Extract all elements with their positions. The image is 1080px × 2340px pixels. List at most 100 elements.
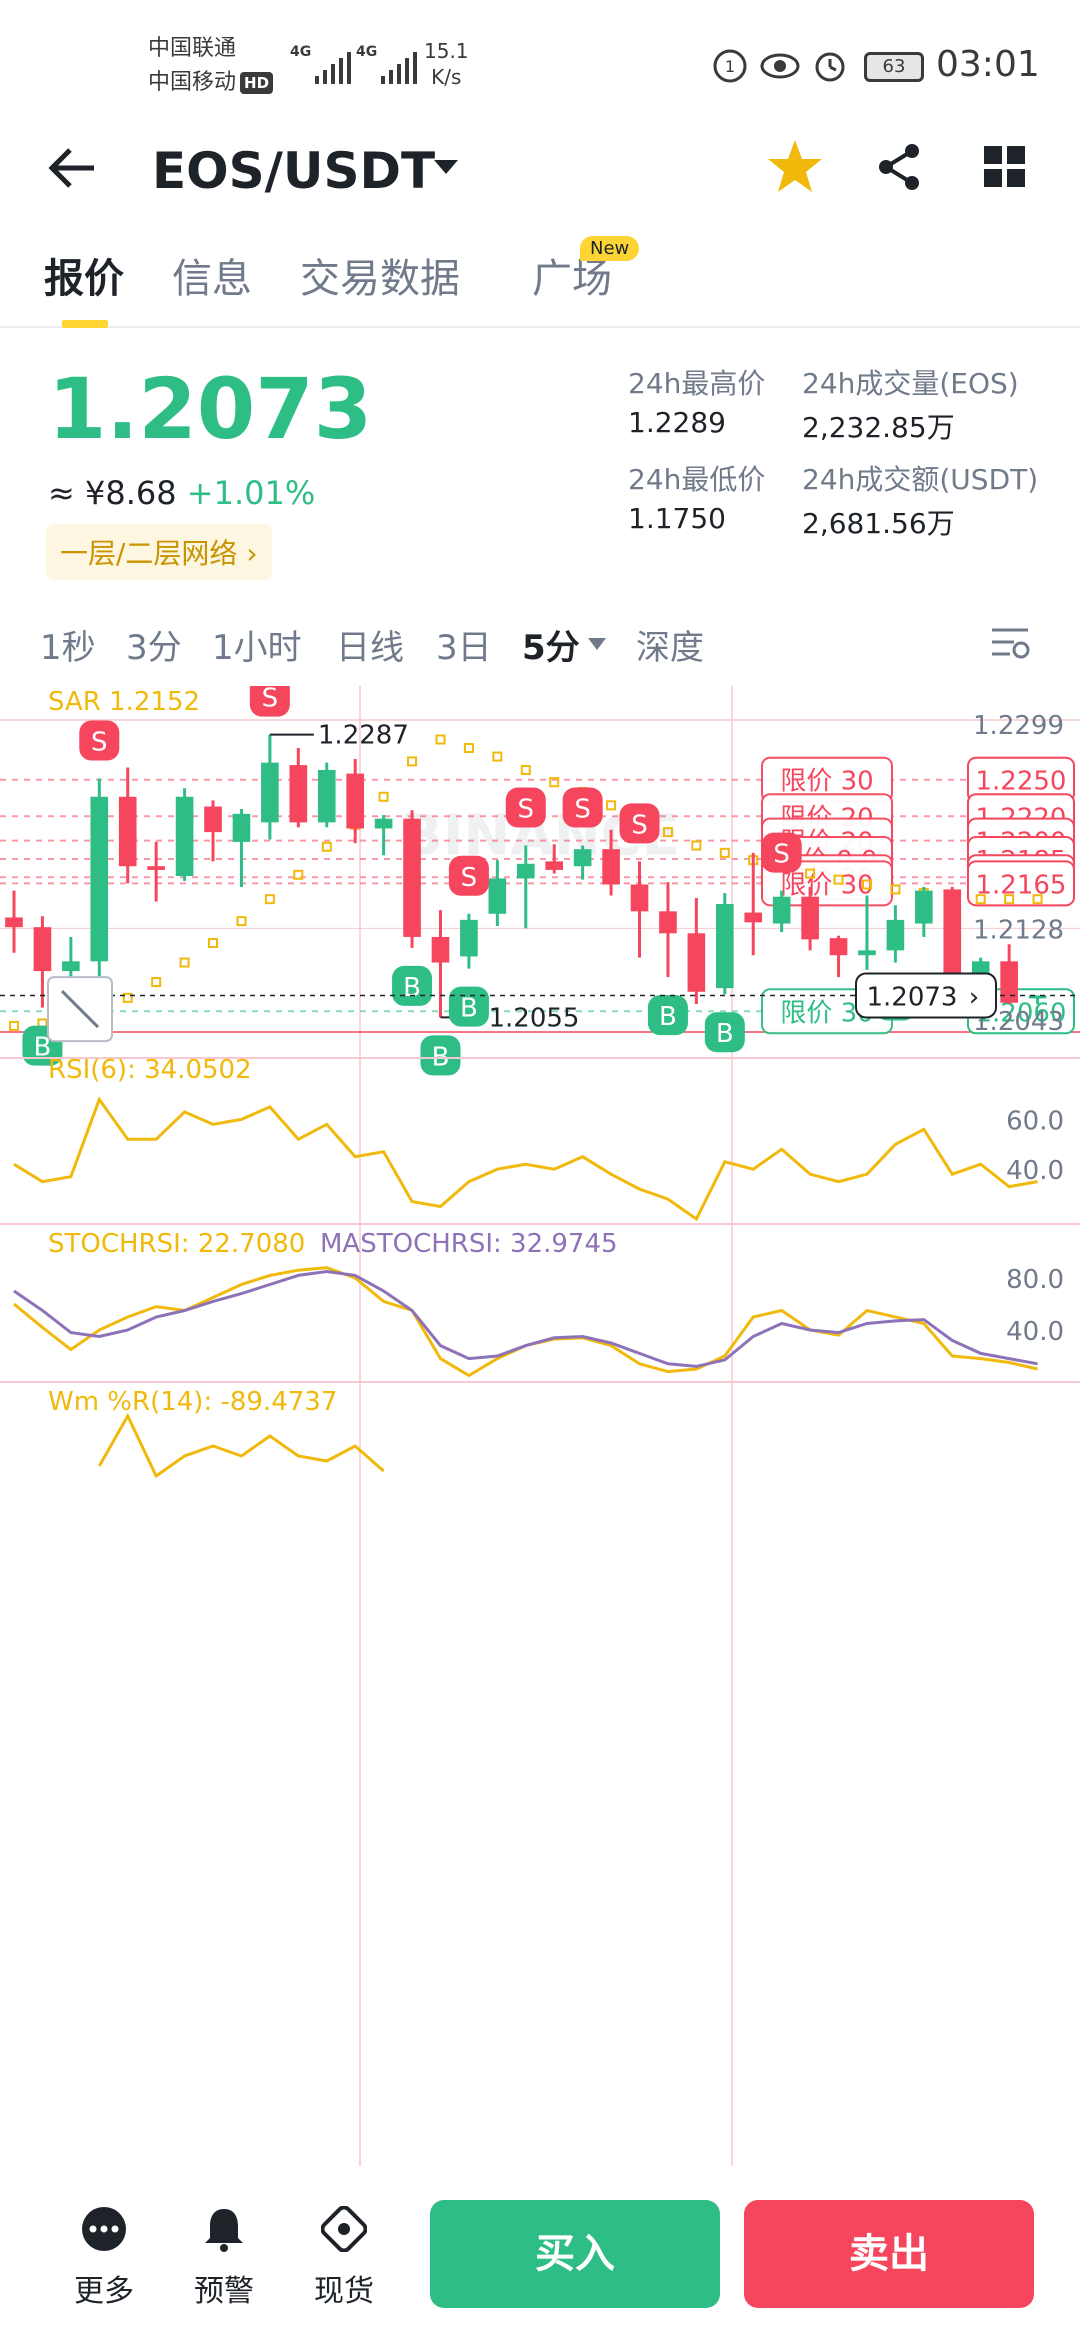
- alert-button[interactable]: 预警: [184, 2206, 264, 2310]
- chevron-right-icon: ›: [969, 982, 979, 1012]
- network-speed: 15.1 K/s: [424, 38, 469, 90]
- price-change: +1.01%: [186, 474, 316, 512]
- candle-body: [204, 806, 222, 833]
- signal-label: S: [262, 686, 279, 714]
- back-arrow-icon[interactable]: [48, 146, 100, 190]
- price-axis-label: 1.2299: [973, 711, 1064, 741]
- signal-label: S: [91, 728, 108, 758]
- signal-label: S: [518, 795, 535, 825]
- tab-quote[interactable]: 报价: [44, 246, 124, 304]
- carrier-2-label: 中国移动: [148, 70, 237, 95]
- sar-dot: [407, 756, 418, 767]
- sar-dot: [378, 791, 389, 802]
- spot-icon: [321, 2206, 367, 2252]
- candle-body: [403, 818, 421, 937]
- amount-value: 2,681.56万: [802, 507, 955, 540]
- candle-body: [915, 890, 933, 924]
- candle-body: [659, 911, 677, 934]
- clock: 03:01: [936, 44, 1040, 85]
- candle-body: [147, 866, 165, 870]
- wmr-label: Wm %R(14): -89.4737: [48, 1387, 337, 1417]
- new-badge: New: [580, 236, 640, 261]
- sar-dot: [719, 847, 730, 858]
- sar-dot: [151, 977, 162, 988]
- interval-bar: 1秒 3分 1小时 日线 3日 5分 深度: [0, 620, 1080, 674]
- nfc-icon: 1: [713, 49, 747, 83]
- layer-network-link[interactable]: 一层/二层网络 ›: [46, 524, 272, 580]
- interval-1s[interactable]: 1秒: [40, 620, 96, 669]
- candle-body: [886, 919, 905, 951]
- tab-trade-data[interactable]: 交易数据: [300, 246, 460, 304]
- status-icons: 1: [713, 49, 845, 83]
- candle-body: [118, 796, 137, 867]
- candle-body: [289, 765, 308, 823]
- rsi-label: RSI(6): 34.0502: [48, 1055, 252, 1085]
- kline-chart[interactable]: BINANCE限价 301.2250限价 201.2220限价 201.2200…: [0, 686, 1080, 2166]
- interval-1d[interactable]: 日线: [336, 620, 404, 669]
- candle-body: [5, 917, 23, 928]
- more-button[interactable]: 更多: [64, 2206, 144, 2310]
- chart-settings-icon[interactable]: [990, 626, 1030, 662]
- sar-dot: [236, 916, 247, 927]
- price-axis-label: 1.2128: [973, 915, 1064, 945]
- interval-3m[interactable]: 3分: [126, 620, 182, 669]
- more-icon: [82, 2207, 126, 2251]
- cny-price-line: ≈ ¥8.68 +1.01%: [48, 474, 315, 512]
- signal-label: S: [461, 863, 478, 893]
- stochrsi-axis-label: 80.0: [1006, 1265, 1064, 1295]
- candle-body: [90, 796, 109, 962]
- share-icon[interactable]: [876, 142, 924, 192]
- candle-body: [829, 938, 848, 956]
- high-marker-label: 1.2287: [318, 721, 409, 751]
- sell-button[interactable]: 卖出: [744, 2200, 1034, 2308]
- interval-1h[interactable]: 1小时: [212, 620, 302, 669]
- buy-button[interactable]: 买入: [430, 2200, 720, 2308]
- stochrsi-label: STOCHRSI: 22.7080: [48, 1229, 305, 1259]
- candle-body: [801, 896, 819, 940]
- last-price-tag-label: 1.2073: [867, 982, 958, 1012]
- chevron-right-icon: ›: [246, 537, 258, 570]
- mastochrsi-line: [13, 1269, 1038, 1368]
- sar-dot: [463, 743, 474, 754]
- interval-dropdown-icon[interactable]: [588, 638, 606, 652]
- interval-depth[interactable]: 深度: [636, 620, 704, 669]
- candle-body: [715, 904, 734, 989]
- signal-label: S: [631, 810, 648, 840]
- chevron-down-icon[interactable]: [434, 160, 458, 176]
- net-1-label: 4G: [290, 44, 312, 60]
- stochrsi-axis-label: 40.0: [1006, 1317, 1064, 1347]
- mastochrsi-label: MASTOCHRSI: 32.9745: [320, 1229, 618, 1259]
- bell-icon: [205, 2209, 243, 2252]
- high-value: 1.2289: [628, 406, 726, 439]
- volume-label: 24h成交量(EOS): [802, 367, 1019, 400]
- candle-body: [261, 762, 279, 823]
- candle-body: [858, 950, 876, 956]
- candle-body: [630, 884, 649, 912]
- wmr-line: [97, 1412, 385, 1479]
- candle-body: [943, 889, 962, 978]
- candle-body: [573, 849, 592, 867]
- pair-title[interactable]: EOS/USDT: [152, 142, 435, 200]
- star-icon[interactable]: [766, 138, 824, 196]
- candle-body: [346, 773, 365, 829]
- sar-dot: [492, 751, 503, 762]
- spot-button[interactable]: 现货: [304, 2206, 384, 2310]
- signal-label: B: [460, 994, 478, 1024]
- sar-dot: [435, 734, 446, 745]
- volume-value: 2,232.85万: [802, 411, 955, 444]
- signal-1-icon: 4G: [290, 44, 352, 84]
- last-price: 1.2073: [48, 360, 373, 458]
- interval-5m[interactable]: 5分: [522, 620, 580, 669]
- high-label: 24h最高价: [628, 367, 766, 400]
- candle-body: [431, 936, 450, 963]
- signal-2-icon: 4G: [356, 44, 418, 84]
- svg-text:1: 1: [725, 57, 735, 76]
- rsi-axis-label: 60.0: [1006, 1106, 1064, 1136]
- candle-body: [772, 896, 791, 924]
- more-label: 更多: [74, 2274, 134, 2309]
- candle-body: [602, 849, 620, 885]
- sar-dot: [208, 938, 219, 949]
- interval-3d[interactable]: 3日: [436, 620, 492, 669]
- tab-info[interactable]: 信息: [172, 246, 252, 304]
- grid-icon[interactable]: [984, 146, 1026, 188]
